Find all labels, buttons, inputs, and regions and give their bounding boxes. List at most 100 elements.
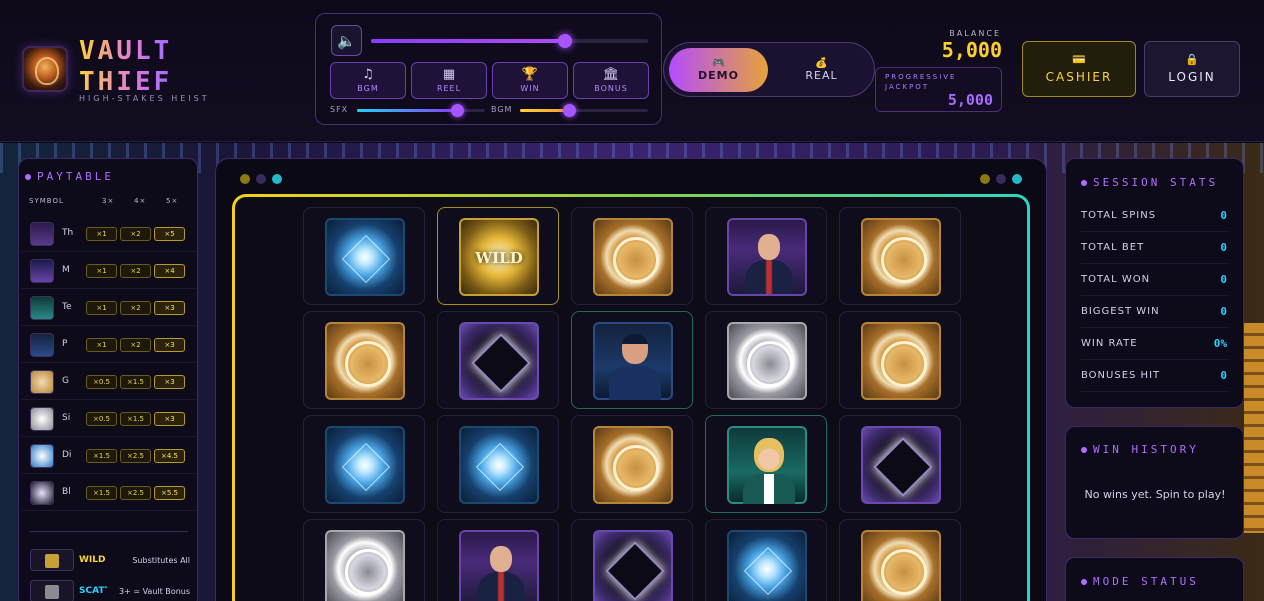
- scatter-icon: [30, 580, 74, 601]
- audio-button-label: BONUS: [594, 84, 628, 93]
- login-button[interactable]: 🔒 LOGIN: [1144, 41, 1240, 97]
- mode-toggle: 🎮 DEMO 💰 REAL: [663, 42, 875, 97]
- reel-cell: [705, 311, 827, 409]
- multiplier-4x: ×2: [120, 264, 151, 278]
- brand-title-line1: VAULT: [79, 36, 173, 66]
- stat-row: TOTAL BET 0: [1081, 232, 1229, 264]
- multiplier-4x: ×1.5: [120, 412, 151, 426]
- special-symbol-name: WILD: [79, 555, 106, 565]
- audio-button-win[interactable]: 🏆 WIN: [492, 62, 568, 99]
- reel-cell: [571, 207, 693, 305]
- audio-button-label: REEL: [436, 84, 462, 93]
- paytable-symbol-name: Bl: [62, 487, 71, 497]
- jackpot-box: PROGRESSIVE JACKPOT 5,000: [875, 67, 1002, 112]
- paytable-title: PAYTABLE: [25, 170, 114, 183]
- bgm-fill: [520, 109, 569, 112]
- paytable-symbol-name: Te: [62, 302, 72, 312]
- stat-row: TOTAL SPINS 0: [1081, 200, 1229, 232]
- login-label: LOGIN: [1168, 70, 1216, 84]
- stat-row: BONUSES HIT 0: [1081, 360, 1229, 392]
- stat-value: 0: [1220, 305, 1227, 318]
- police-icon: [30, 333, 54, 357]
- reel-cell: [705, 207, 827, 305]
- stat-label: TOTAL BET: [1081, 242, 1145, 253]
- stat-value: 0%: [1213, 337, 1227, 350]
- reel-cell: [437, 519, 559, 601]
- gold-coin-icon: [30, 370, 54, 394]
- light-dot: [980, 174, 990, 184]
- multiplier-3x: ×0.5: [86, 412, 117, 426]
- reel-cell: [571, 415, 693, 513]
- stat-row: TOTAL WON 0: [1081, 264, 1229, 296]
- silver-coin-symbol: [325, 530, 405, 601]
- lock-icon: 🔒: [1185, 53, 1199, 66]
- multiplier-5x: ×3: [154, 412, 185, 426]
- gold-coin-symbol: [861, 322, 941, 400]
- teller-symbol: [727, 426, 807, 504]
- multiplier-4x: ×2: [120, 301, 151, 315]
- cashier-button[interactable]: 💳 CASHIER: [1022, 41, 1136, 97]
- paytable-symbol-name: M: [62, 265, 70, 275]
- mastermind-icon: [30, 259, 54, 283]
- brand-tagline: HIGH-STAKES HEIST: [79, 94, 210, 103]
- paytable-symbol-name: Di: [62, 450, 72, 460]
- audio-panel: 🔈 ♫ BGM ▦ REEL 🏆 WIN 🏛 BONUS SFX BGM: [315, 13, 662, 125]
- music-note-icon: ♫: [362, 67, 374, 82]
- stat-value: 0: [1220, 209, 1227, 222]
- real-mode-label: REAL: [805, 69, 838, 82]
- paytable-title-text: PAYTABLE: [37, 170, 114, 183]
- bgm-label: BGM: [491, 105, 513, 114]
- paytable-special-row: SCATT 3+ = Vault Bonus: [28, 580, 192, 601]
- controller-icon: 🎮: [712, 58, 725, 69]
- audio-button-bonus[interactable]: 🏛 BONUS: [573, 62, 649, 99]
- light-dot: [1012, 174, 1022, 184]
- demo-mode-button[interactable]: 🎮 DEMO: [669, 48, 768, 92]
- balance-label: BALANCE: [949, 29, 1001, 38]
- stat-label: BIGGEST WIN: [1081, 306, 1160, 317]
- diamond-icon: [30, 444, 54, 468]
- master-volume-slider[interactable]: [371, 34, 648, 48]
- demo-mode-label: DEMO: [698, 69, 739, 82]
- bullet-icon: [25, 174, 31, 180]
- multiplier-5x: ×5.5: [154, 486, 185, 500]
- speaker-icon[interactable]: 🔈: [331, 25, 362, 56]
- cashier-label: CASHIER: [1045, 70, 1113, 84]
- paytable-row: M ×1 ×2 ×4: [22, 253, 196, 289]
- gold-coin-symbol: [861, 218, 941, 296]
- reel-cell: [705, 519, 827, 601]
- bgm-handle[interactable]: [562, 104, 576, 117]
- multiplier-3x: ×1.5: [86, 449, 117, 463]
- master-volume-handle[interactable]: [557, 34, 572, 48]
- paytable-divider: [30, 531, 188, 532]
- paytable-row: Di ×1.5 ×2.5 ×4.5: [22, 438, 196, 474]
- paytable-symbol-name: G: [62, 376, 69, 386]
- sfx-slider[interactable]: [357, 104, 485, 117]
- police-symbol: [593, 322, 673, 400]
- vault-icon: 🏛: [602, 67, 620, 82]
- stat-row: WIN RATE 0%: [1081, 328, 1229, 360]
- bullet-icon: [1081, 447, 1087, 453]
- brand-title: VAULT THIEF: [79, 36, 172, 98]
- bgm-slider[interactable]: [520, 104, 648, 117]
- real-mode-button[interactable]: 💰 REAL: [772, 48, 871, 92]
- audio-button-reel[interactable]: ▦ REEL: [411, 62, 487, 99]
- audio-button-label: WIN: [520, 84, 540, 93]
- reel-cell: [705, 415, 827, 513]
- reel-cell: [839, 415, 961, 513]
- win-history-empty-text: No wins yet. Spin to play!: [1084, 488, 1226, 501]
- stat-value: 0: [1220, 369, 1227, 382]
- audio-button-label: BGM: [357, 84, 379, 93]
- thief-icon: [30, 222, 54, 246]
- paytable-row: Bl ×1.5 ×2.5 ×5.5: [22, 475, 196, 511]
- multiplier-5x: ×3: [154, 338, 185, 352]
- black-diamond-symbol: [459, 322, 539, 400]
- paytable-row: Th ×1 ×2 ×5: [22, 216, 196, 252]
- light-dot: [256, 174, 266, 184]
- audio-button-bgm[interactable]: ♫ BGM: [330, 62, 406, 99]
- thief-symbol: [459, 530, 539, 601]
- black-diamond-symbol: [861, 426, 941, 504]
- gold-coin-symbol: [593, 218, 673, 296]
- sfx-handle[interactable]: [450, 104, 464, 117]
- paytable-symbol-name: Th: [62, 228, 74, 238]
- black-diamond-symbol: [593, 530, 673, 601]
